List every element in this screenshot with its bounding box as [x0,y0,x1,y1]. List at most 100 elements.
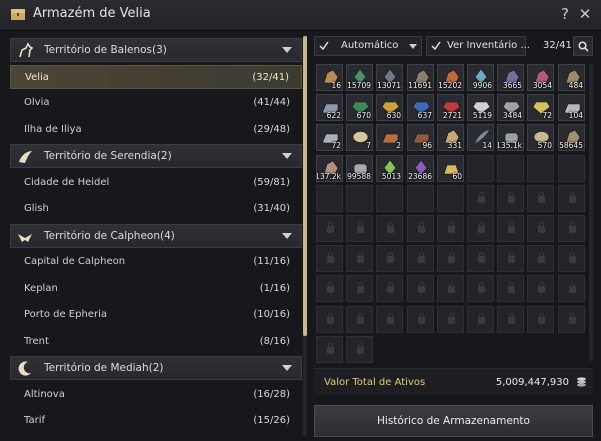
lock-icon [387,313,394,324]
item-quantity: 14 [482,141,492,150]
town-item[interactable]: Velia (32/41) [10,64,302,89]
town-item[interactable]: Porto de Epheria (10/16) [10,303,302,327]
item-slot[interactable]: 5013 [376,155,403,182]
view-inventory-toggle[interactable]: Ver Inventário ... [426,36,530,56]
item-slot[interactable]: 3054 [527,64,554,91]
item-slot[interactable]: 484 [558,64,585,91]
lock-icon [357,282,364,293]
region-header[interactable]: Território de Serendia(2) [10,144,302,168]
town-item[interactable]: Keplan (1/16) [10,277,302,301]
view-inventory-label: Ver Inventário ... [447,40,530,51]
locked-slot [316,245,343,272]
town-item[interactable]: Glish (31/40) [10,197,302,221]
item-slot[interactable]: 2721 [437,94,464,121]
empty-slot[interactable] [437,185,464,212]
town-storage-count: (59/81) [253,176,290,188]
item-slot[interactable]: 3665 [497,64,524,91]
empty-slot[interactable] [467,155,494,182]
item-slot[interactable]: 622 [316,94,343,121]
town-item[interactable]: Altinova (16/28) [10,383,302,407]
locked-slot [467,185,494,212]
item-slot[interactable]: 23686 [407,155,434,182]
help-button[interactable]: ? [556,5,574,23]
chevron-down-icon [282,153,292,159]
locked-slot [497,245,524,272]
item-slot[interactable]: 15202 [437,64,464,91]
region-header[interactable]: Território de Mediah(2) [10,356,302,380]
lock-icon [357,343,364,354]
empty-slot[interactable] [497,155,524,182]
item-slot[interactable]: 570 [527,124,554,151]
town-list-scrollbar[interactable] [303,36,307,436]
item-quantity: 137.2k [316,172,341,181]
empty-slot[interactable] [316,185,343,212]
locked-slot [467,245,494,272]
item-slot[interactable]: 9906 [467,64,494,91]
town-name: Tarif [24,415,45,426]
town-storage-count: (16/28) [253,388,290,400]
locked-slot [407,215,434,242]
lock-icon [538,222,545,233]
item-slot[interactable]: 630 [376,94,403,121]
town-item[interactable]: Tarif (15/26) [10,409,302,433]
item-slot[interactable]: 3484 [497,94,524,121]
empty-slot[interactable] [558,155,585,182]
storage-grid-scrollbar[interactable] [589,64,593,361]
close-button[interactable]: ✕ [576,5,594,23]
item-slot[interactable]: 104 [558,94,585,121]
item-slot[interactable]: 137.2k [316,155,343,182]
town-list-scroll-thumb[interactable] [303,36,307,336]
item-slot[interactable]: 72 [316,124,343,151]
town-list: Território de Balenos(3) Velia (32/41) Olvi… [10,36,302,436]
locked-slot [407,245,434,272]
item-quantity: 3484 [502,111,522,120]
lock-icon [478,282,485,293]
item-quantity: 637 [417,111,432,120]
empty-slot[interactable] [346,185,373,212]
empty-slot[interactable] [527,155,554,182]
region-header[interactable]: Território de Balenos(3) [10,38,302,62]
item-quantity: 9906 [472,81,492,90]
item-slot[interactable]: 11691 [407,64,434,91]
item-slot[interactable]: 670 [346,94,373,121]
town-item[interactable]: Trent (8/16) [10,330,302,354]
item-slot[interactable]: 15709 [346,64,373,91]
storage-window: Armazém de Velia ? ✕ Território de Balen… [0,0,601,441]
item-slot[interactable]: 7 [346,124,373,151]
item-quantity: 60 [452,172,462,181]
title-bar[interactable]: Armazém de Velia ? ✕ [0,0,601,31]
item-slot[interactable]: 60 [437,155,464,182]
auto-sort-dropdown[interactable]: Automático [314,36,422,56]
item-slot[interactable]: 96 [407,124,434,151]
item-slot[interactable]: 135.1k [497,124,524,151]
empty-slot[interactable] [407,185,434,212]
chevron-down-icon [282,47,292,53]
locked-slot [558,185,585,212]
storage-history-button[interactable]: Histórico de Armazenamento [314,405,593,437]
town-item[interactable]: Ilha de Iliya (29/48) [10,118,302,142]
item-slot[interactable]: 13071 [376,64,403,91]
search-button[interactable] [573,36,593,56]
item-slot[interactable]: 99588 [346,155,373,182]
region-header[interactable]: Território de Calpheon(4) [10,223,302,248]
empty-slot[interactable] [376,185,403,212]
town-item[interactable]: Cidade de Heidel (59/81) [10,171,302,195]
item-slot[interactable]: 16 [316,64,343,91]
town-item[interactable]: Olvia (41/44) [10,91,302,115]
town-name: Porto de Epheria [24,309,107,320]
lock-icon [508,222,515,233]
item-slot[interactable]: 58645 [558,124,585,151]
town-storage-count: (29/48) [253,123,290,135]
item-slot[interactable]: 2 [376,124,403,151]
item-slot[interactable]: 14 [467,124,494,151]
locked-slot [558,215,585,242]
locked-slot [437,245,464,272]
item-slot[interactable]: 72 [527,94,554,121]
town-item[interactable]: Capital de Calpheon (11/16) [10,250,302,274]
locked-slot [376,275,403,302]
item-slot[interactable]: 637 [407,94,434,121]
item-slot[interactable]: 331 [437,124,464,151]
lock-icon [418,222,425,233]
lock-icon [418,282,425,293]
item-slot[interactable]: 5119 [467,94,494,121]
